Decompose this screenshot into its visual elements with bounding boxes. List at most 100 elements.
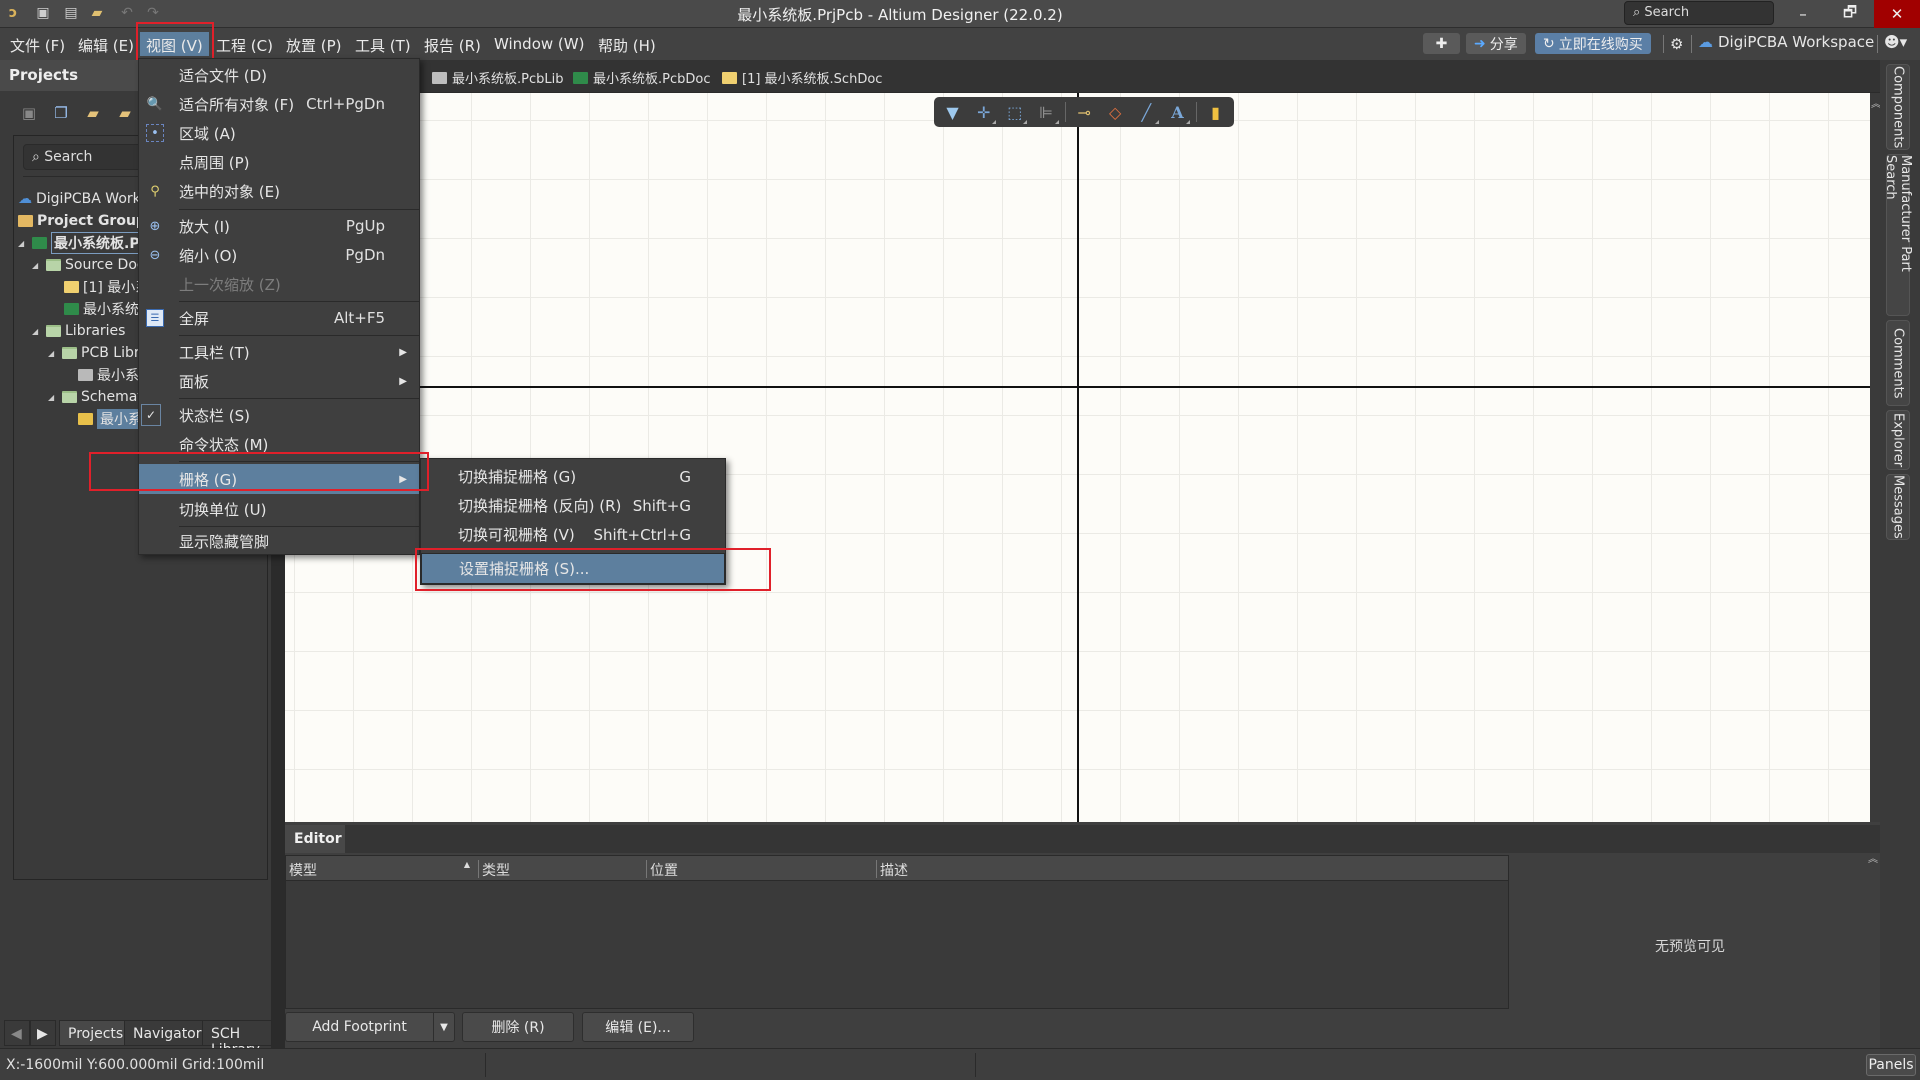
zoom-selected-icon: ⚲ [150, 183, 160, 199]
feedback-button[interactable]: ✚ [1423, 33, 1460, 54]
collapse-up-icon[interactable]: ︽ [1868, 850, 1878, 865]
dock-tab-components[interactable]: Components [1886, 64, 1910, 150]
buy-online-button[interactable]: ↻ 立即在线购买 [1535, 33, 1651, 54]
menu-item-toggle-units[interactable]: 切换单位 (U) [139, 495, 419, 523]
workspace-button[interactable]: ☁ DigiPCBA Workspace [1698, 33, 1874, 51]
column-header-location[interactable]: 位置 [646, 860, 876, 879]
cloud-icon: ☁ [18, 191, 32, 207]
restore-button[interactable]: 🗗 [1827, 0, 1873, 28]
delete-button[interactable]: 删除 (R) [462, 1012, 574, 1042]
expand-triangle-icon[interactable]: ◢ [18, 239, 28, 248]
copy-docs-icon[interactable]: ❐ [50, 102, 72, 124]
annotation-highlight-box [89, 452, 429, 491]
move-cross-icon[interactable]: ✛ [971, 100, 997, 124]
menu-item-selected-objects[interactable]: ⚲ 选中的对象 (E) [139, 177, 419, 205]
column-header-type[interactable]: 类型 [478, 860, 646, 879]
models-table: 模型 ▲ 类型 位置 描述 [285, 855, 1509, 1009]
menu-item-toggle-snap-grid[interactable]: 切换捕捉栅格 (G) G [421, 462, 725, 491]
menu-edit[interactable]: 编辑 (E) [72, 32, 140, 56]
pcb-doc-icon [573, 71, 588, 84]
add-footprint-dropdown[interactable]: ▼ [433, 1012, 455, 1042]
edit-button[interactable]: 编辑 (E)... [582, 1012, 694, 1042]
tab-scroll-right-button[interactable]: ▶ [30, 1020, 56, 1046]
annotation-highlight-box [136, 22, 214, 60]
menu-file[interactable]: 文件 (F) [4, 32, 71, 56]
separator [1663, 35, 1664, 53]
close-button[interactable]: ✕ [1874, 0, 1920, 28]
folder-search-icon[interactable]: ▰ [82, 102, 104, 124]
expand-triangle-icon[interactable]: ◢ [32, 327, 42, 336]
menu-item-zoom-out[interactable]: ⊖ 缩小 (O) PgDn [139, 241, 419, 269]
dock-tab-explorer[interactable]: Explorer [1886, 410, 1910, 470]
menu-item-panels[interactable]: 面板 ▶ [139, 367, 419, 395]
column-header-model[interactable]: 模型 ▲ [286, 860, 476, 879]
menu-item-show-hidden-pins[interactable]: 显示隐藏管脚 [139, 527, 419, 555]
menu-item-toggle-visible-grid[interactable]: 切换可视栅格 (V) Shift+Ctrl+G [421, 520, 725, 549]
dock-tab-messages[interactable]: Messages [1886, 474, 1910, 540]
document-tabs: 最小系统板.PcbLib 最小系统板.PcbDoc [1] 最小系统板.SchD… [420, 60, 1880, 92]
submenu-arrow-icon: ▶ [399, 375, 407, 387]
panels-button[interactable]: Panels [1866, 1054, 1916, 1076]
menu-reports[interactable]: 报告 (R) [418, 32, 487, 56]
menu-place[interactable]: 放置 (P) [280, 32, 348, 56]
dock-tab-manufacturer-part-search[interactable]: Manufacturer Part Search [1883, 154, 1913, 316]
place-pin-icon[interactable]: ⊸ [1071, 100, 1096, 124]
menu-item-fit-document[interactable]: 适合文件 (D) [139, 61, 419, 89]
tab-sch-library[interactable]: SCH Library [202, 1020, 272, 1058]
folder-settings-icon[interactable]: ▰ [114, 102, 136, 124]
search-icon: ⌕ [32, 149, 45, 165]
minimize-button[interactable]: – [1780, 0, 1826, 28]
project-group-icon [18, 215, 33, 227]
menu-item-area[interactable]: • 区域 (A) [139, 119, 419, 147]
annotation-highlight-box [415, 548, 771, 591]
menu-item-zoom-in[interactable]: ⊕ 放大 (I) PgUp [139, 212, 419, 240]
folder-icon [46, 259, 61, 271]
menu-help[interactable]: 帮助 (H) [592, 32, 662, 56]
pcb-doc-icon [64, 303, 79, 315]
pcb-lib-icon [432, 71, 447, 84]
add-component-part-icon[interactable]: ▮ [1203, 100, 1228, 124]
editor-tab[interactable]: Editor [285, 825, 345, 853]
folder-icon [62, 391, 77, 403]
doc-tab-pcbdoc[interactable]: 最小系统板.PcbDoc [573, 68, 710, 87]
menu-item-status-bar[interactable]: ✓ 状态栏 (S) [139, 401, 419, 429]
menu-item-toolbars[interactable]: 工具栏 (T) ▶ [139, 338, 419, 366]
sch-lib-icon [78, 413, 93, 425]
place-text-icon[interactable]: A [1165, 100, 1190, 124]
menu-tools[interactable]: 工具 (T) [349, 32, 417, 56]
expand-triangle-icon[interactable]: ◢ [48, 393, 58, 402]
tab-scroll-left-button[interactable]: ◀ [4, 1020, 30, 1046]
menu-item-around-point[interactable]: 点周围 (P) [139, 148, 419, 176]
add-footprint-button[interactable]: Add Footprint [285, 1012, 433, 1042]
global-search-input[interactable]: ⌕ Search [1624, 1, 1774, 25]
settings-gear-icon[interactable]: ⚙ [1670, 35, 1683, 53]
menu-item-fit-all-objects[interactable]: 🔍 适合所有对象 (F) Ctrl+PgDn [139, 90, 419, 118]
menu-item-toggle-snap-grid-reverse[interactable]: 切换捕捉栅格 (反向) (R) Shift+G [421, 491, 725, 520]
share-arrow-icon: ➜ [1474, 35, 1486, 52]
menu-item-full-screen[interactable]: ☰ 全屏 Alt+F5 [139, 304, 419, 332]
separator [1877, 35, 1878, 53]
select-rectangle-icon[interactable]: ⬚ [1002, 100, 1028, 124]
tab-projects[interactable]: Projects [59, 1020, 133, 1046]
tab-navigator[interactable]: Navigator [124, 1020, 211, 1046]
share-button[interactable]: ➜ 分享 [1466, 33, 1526, 54]
menu-window[interactable]: Window (W) [488, 32, 590, 56]
align-icon[interactable]: ⊫ [1033, 100, 1059, 124]
canvas-scrollbar[interactable]: ︽ [1870, 93, 1881, 822]
dock-tab-comments[interactable]: Comments [1886, 320, 1910, 406]
doc-tab-pcblib[interactable]: 最小系统板.PcbLib [432, 68, 563, 87]
filter-icon[interactable]: ▼ [940, 100, 965, 124]
schematic-doc-icon [722, 71, 737, 84]
editor-panel: Editor ︽ 模型 ▲ 类型 位置 描述 无预览可见 Add Footprin… [285, 822, 1880, 1048]
expand-triangle-icon[interactable]: ◢ [32, 261, 42, 270]
place-ieee-symbol-icon[interactable]: ◇ [1103, 100, 1128, 124]
user-account-icon[interactable]: ☻▾ [1884, 33, 1907, 51]
column-header-description[interactable]: 描述 [876, 860, 1506, 879]
y-axis-line [1077, 93, 1079, 822]
panel-tabs: ◀ ▶ Projects Navigator SCH Library [0, 1018, 272, 1058]
menu-project[interactable]: 工程 (C) [210, 32, 279, 56]
expand-triangle-icon[interactable]: ◢ [48, 349, 58, 358]
save-icon[interactable]: ▣ [18, 102, 40, 124]
place-line-icon[interactable]: ╱ [1134, 100, 1159, 124]
doc-tab-schdoc[interactable]: [1] 最小系统板.SchDoc [722, 68, 882, 87]
